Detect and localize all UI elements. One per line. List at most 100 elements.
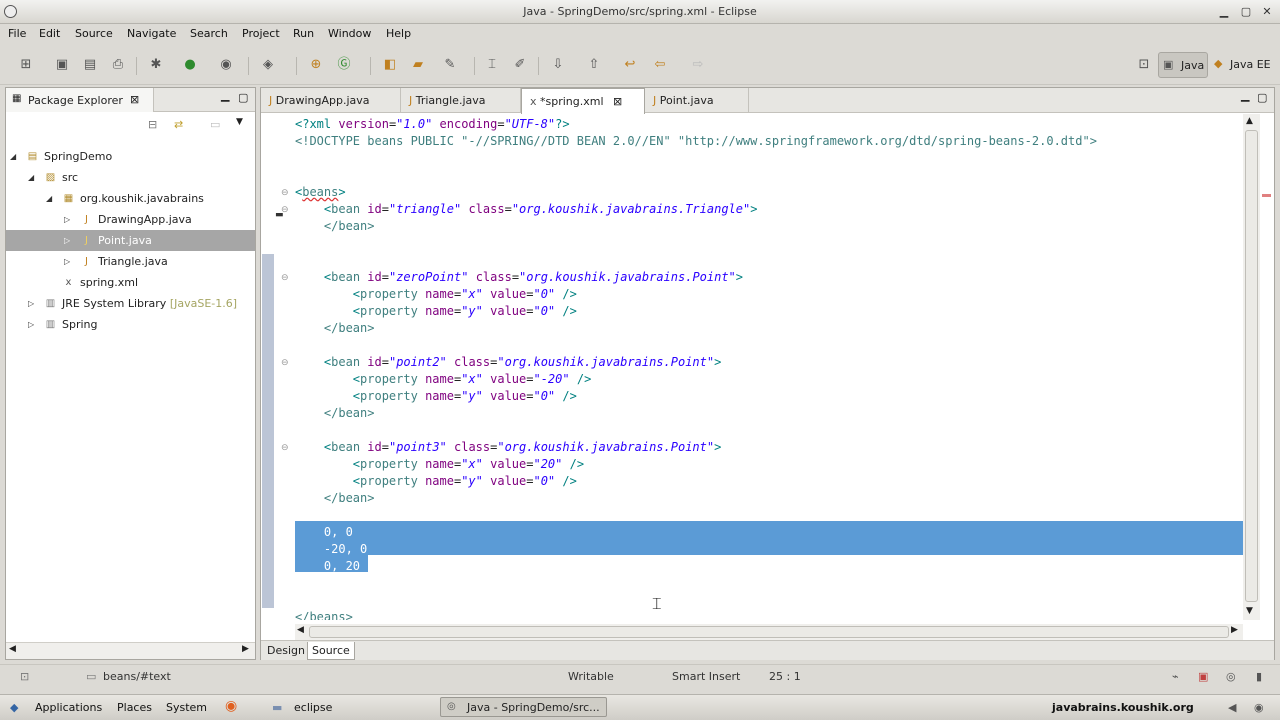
close-tab-icon[interactable]: ⊠ — [130, 93, 139, 106]
tree-item-drawingapp[interactable]: ▷ J DrawingApp.java — [6, 209, 255, 230]
open-folder-icon[interactable]: ▰ — [408, 55, 428, 75]
menu-run[interactable]: Run — [293, 27, 314, 40]
last-edit-icon[interactable]: ↩ — [620, 55, 640, 75]
minimize-view-icon[interactable]: ▁ — [1241, 89, 1249, 102]
volume-icon[interactable]: ◀ — [1228, 701, 1236, 714]
tab-design[interactable]: Design — [263, 642, 309, 660]
scroll-left-icon[interactable]: ◀ — [9, 644, 16, 654]
menu-file[interactable]: File — [8, 27, 26, 40]
menu-edit[interactable]: Edit — [39, 27, 60, 40]
tree-item-spring[interactable]: ▷ ▥ Spring — [6, 314, 255, 335]
scroll-thumb[interactable] — [309, 626, 1229, 638]
panel-eclipse-launcher[interactable]: eclipse — [294, 701, 332, 714]
next-annotation-icon[interactable]: ⇩ — [548, 55, 568, 75]
coverage-icon[interactable]: ◈ — [258, 55, 278, 75]
tab-triangle[interactable]: J Triangle.java — [401, 88, 521, 113]
save-all-icon[interactable]: ▤ — [80, 55, 100, 75]
sync-icon[interactable]: ◎ — [1226, 670, 1236, 683]
menu-project[interactable]: Project — [242, 27, 280, 40]
panel-system[interactable]: System — [166, 701, 207, 714]
tree-item-spring-xml[interactable]: x spring.xml — [6, 272, 255, 293]
annotation-icon[interactable]: ⌶ — [482, 55, 502, 75]
fold-marker-icon[interactable]: ⊖ — [281, 358, 289, 368]
perspective-javaee-button[interactable]: Java EE — [1230, 58, 1271, 71]
collapse-all-icon[interactable]: ⊟ — [148, 118, 157, 131]
focus-icon[interactable]: ▭ — [210, 118, 220, 131]
open-perspective-icon[interactable]: ⊡ — [1134, 55, 1154, 75]
pin-icon[interactable]: ✐ — [510, 55, 530, 75]
scroll-right-icon[interactable]: ▶ — [242, 644, 249, 654]
close-tab-icon[interactable]: ⊠ — [613, 95, 622, 108]
scroll-thumb[interactable] — [1245, 130, 1258, 602]
tree-item-triangle[interactable]: ▷ J Triangle.java — [6, 251, 255, 272]
search-icon[interactable]: ✎ — [440, 55, 460, 75]
tree-item-springdemo[interactable]: ◢ ▤ SpringDemo — [6, 146, 255, 167]
package-explorer-tab[interactable]: ▦ Package Explorer ⊠ — [6, 88, 154, 112]
expanded-icon[interactable]: ◢ — [46, 188, 52, 209]
expanded-icon[interactable]: ◢ — [28, 167, 34, 188]
fold-marker-icon[interactable]: ⊖ — [281, 443, 289, 453]
tree-item-point[interactable]: ▷ J Point.java — [6, 230, 255, 251]
fold-marker-icon[interactable]: ⊖ — [281, 273, 289, 283]
prev-annotation-icon[interactable]: ⇧ — [584, 55, 604, 75]
maximize-view-icon[interactable]: ▢ — [1257, 91, 1267, 104]
error-marker[interactable] — [1262, 194, 1271, 197]
fold-marker-icon[interactable]: ⊖ — [281, 188, 289, 198]
network-icon[interactable]: ◉ — [1254, 701, 1264, 714]
maximize-icon[interactable]: ▢ — [1238, 4, 1254, 20]
panel-places[interactable]: Places — [117, 701, 152, 714]
collapsed-icon[interactable]: ▷ — [64, 230, 70, 251]
tree-item-src[interactable]: ◢ ▨ src — [6, 167, 255, 188]
fold-marker-icon[interactable]: ⊖ — [281, 205, 289, 215]
fast-view-icon[interactable]: ⊡ — [20, 670, 29, 683]
scroll-right-icon[interactable]: ▶ — [1231, 625, 1238, 635]
progress-icon[interactable]: ▮ — [1256, 670, 1262, 683]
collapsed-icon[interactable]: ▷ — [64, 209, 70, 230]
tab-point[interactable]: J Point.java — [645, 88, 749, 113]
tab-source[interactable]: Source — [307, 642, 355, 660]
code-editor[interactable]: <?xml version="1.0" encoding="UTF-8"?> <… — [295, 114, 1243, 620]
external-tools-icon[interactable]: ◉ — [216, 55, 236, 75]
scroll-down-icon[interactable]: ▼ — [1246, 606, 1253, 616]
collapsed-icon[interactable]: ▷ — [28, 314, 34, 335]
horizontal-scrollbar[interactable]: ◀ ▶ — [295, 624, 1243, 640]
menu-window[interactable]: Window — [328, 27, 371, 40]
expanded-icon[interactable]: ◢ — [10, 146, 16, 167]
menu-source[interactable]: Source — [75, 27, 113, 40]
collapsed-icon[interactable]: ▷ — [64, 251, 70, 272]
new-java-class-icon[interactable]: Ⓖ — [334, 55, 354, 75]
link-icon[interactable]: ⌁ — [1172, 670, 1179, 683]
menu-navigate[interactable]: Navigate — [127, 27, 176, 40]
back-icon[interactable]: ⇦ — [650, 55, 670, 75]
menu-help[interactable]: Help — [386, 27, 411, 40]
menu-search[interactable]: Search — [190, 27, 228, 40]
run-icon[interactable]: ● — [180, 55, 200, 75]
link-with-editor-icon[interactable]: ⇄ — [174, 118, 183, 131]
scroll-up-icon[interactable]: ▲ — [1246, 116, 1253, 126]
forward-icon[interactable]: ⇨ — [688, 55, 708, 75]
tree-item-package[interactable]: ◢ ▦ org.koushik.javabrains — [6, 188, 255, 209]
vertical-scrollbar[interactable]: ▲ ▼ — [1243, 114, 1260, 620]
debug-icon[interactable]: ✱ — [146, 55, 166, 75]
close-icon[interactable]: ✕ — [1259, 4, 1275, 20]
print-icon[interactable]: ⎙ — [108, 55, 128, 75]
new-java-package-icon[interactable]: ⊕ — [306, 55, 326, 75]
perspective-java-button[interactable]: Java ▣ — [1158, 52, 1208, 78]
collapsed-icon[interactable]: ▷ — [28, 293, 34, 314]
new-icon[interactable]: ⊞ — [16, 55, 36, 75]
horizontal-scrollbar[interactable]: ◀ ▶ — [6, 642, 255, 659]
task-icon[interactable]: ▣ — [1198, 670, 1208, 683]
tab-drawingapp[interactable]: J DrawingApp.java — [261, 88, 401, 113]
maximize-view-icon[interactable]: ▢ — [238, 91, 248, 104]
firefox-icon[interactable]: ◉ — [225, 698, 237, 714]
scroll-left-icon[interactable]: ◀ — [297, 625, 304, 635]
minimize-icon[interactable]: ▁ — [1216, 4, 1232, 20]
open-type-icon[interactable]: ◧ — [380, 55, 400, 75]
save-icon[interactable]: ▣ — [52, 55, 72, 75]
tab-spring-xml[interactable]: x *spring.xml ⊠ — [521, 88, 645, 114]
panel-applications[interactable]: Applications — [35, 701, 102, 714]
minimize-view-icon[interactable]: ▁ — [221, 89, 229, 102]
tree-item-jre[interactable]: ▷ ▥ JRE System Library [JavaSE-1.6] — [6, 293, 255, 314]
view-menu-icon[interactable]: ▼ — [236, 117, 243, 127]
taskbar-java-window[interactable]: ◎ Java - SpringDemo/src... — [440, 697, 607, 717]
